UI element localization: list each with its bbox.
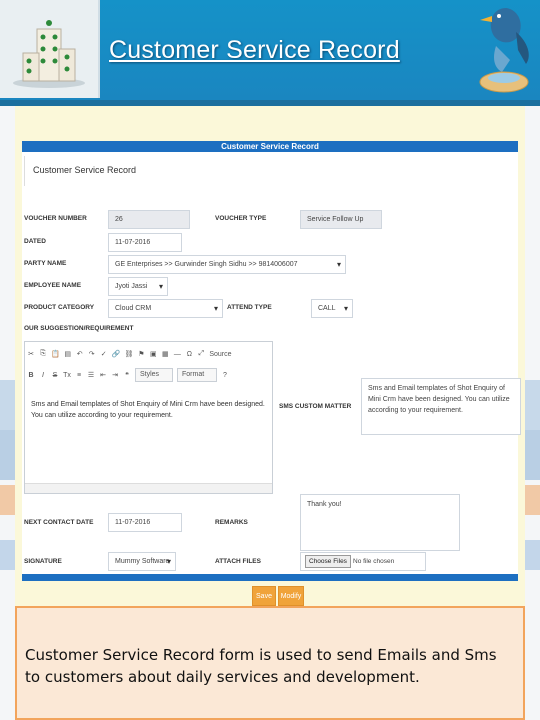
product-category-label: PRODUCT CATEGORY	[24, 304, 95, 311]
building-logo	[0, 0, 100, 98]
spellcheck-icon[interactable]: ✓	[100, 350, 108, 358]
copy-icon[interactable]: ⎘	[39, 350, 47, 358]
attend-type-label: ATTEND TYPE	[227, 304, 272, 311]
paste-text-icon[interactable]: ▤	[64, 350, 72, 358]
signature-value: Mummy Software	[115, 558, 170, 565]
editor-toolbar-row-2: B I S Tx ≡ ☰ ⇤ ⇥ ❝ Styles Format ?	[27, 366, 229, 384]
paste-icon[interactable]: 📋	[51, 350, 60, 358]
editor-toolbar-row-1: ✂ ⎘ 📋 ▤ ↶ ↷ ✓ 🔗 ⛓ ⚑ ▣ ▦ ― Ω ⤢ Source	[27, 345, 231, 363]
modify-button[interactable]: Modify	[278, 586, 304, 606]
sms-matter-label: SMS CUSTOM MATTER	[279, 403, 352, 410]
redo-icon[interactable]: ↷	[88, 350, 96, 358]
remarks-label: REMARKS	[215, 519, 248, 526]
image-icon[interactable]: ▣	[149, 350, 157, 358]
next-contact-label: NEXT CONTACT DATE	[24, 519, 94, 526]
maximize-icon[interactable]: ⤢	[197, 350, 205, 358]
voucher-type-label: VOUCHER TYPE	[215, 215, 267, 222]
undo-icon[interactable]: ↶	[76, 350, 84, 358]
special-char-icon[interactable]: Ω	[185, 351, 193, 358]
link-icon[interactable]: 🔗	[112, 350, 121, 358]
numbered-list-icon[interactable]: ≡	[75, 372, 83, 379]
employee-name-select[interactable]: Jyoti Jassi	[108, 277, 168, 296]
hr-icon[interactable]: ―	[173, 351, 181, 358]
format-dropdown[interactable]: Format	[177, 368, 217, 382]
cut-icon[interactable]: ✂	[27, 350, 35, 358]
styles-dropdown[interactable]: Styles	[135, 368, 173, 382]
anchor-icon[interactable]: ⚑	[137, 350, 145, 358]
signature-label: SIGNATURE	[24, 558, 62, 565]
unlink-icon[interactable]: ⛓	[124, 350, 133, 358]
slide-title: Customer Service Record	[109, 36, 400, 64]
source-button[interactable]: Source	[209, 351, 231, 358]
choose-files-button[interactable]: Choose Files	[305, 555, 351, 568]
suggestion-label: OUR SUGGESTION/REQUIREMENT	[24, 325, 134, 332]
remarks-textarea[interactable]: Thank you!	[300, 494, 460, 551]
party-name-select[interactable]: GE Enterprises >> Gurwinder Singh Sidhu …	[108, 255, 346, 274]
form-header: Customer Service Record	[22, 141, 518, 152]
employee-name-label: EMPLOYEE NAME	[24, 282, 82, 289]
party-name-value: GE Enterprises >> Gurwinder Singh Sidhu …	[115, 261, 298, 268]
voucher-type-field[interactable]: Service Follow Up	[300, 210, 382, 229]
blockquote-icon[interactable]: ❝	[123, 371, 131, 379]
building-icon	[13, 20, 85, 88]
editor-content[interactable]: Sms and Email templates of Shot Enquiry …	[31, 399, 269, 421]
editor-resize-bar[interactable]	[25, 483, 272, 493]
strike-icon[interactable]: S	[51, 372, 59, 379]
dated-field[interactable]: 11-07-2016	[108, 233, 182, 252]
bird-on-nest-icon	[479, 8, 529, 93]
form-footer-bar	[22, 574, 518, 581]
attach-files-field: Choose Files No file chosen	[300, 552, 426, 571]
voucher-number-label: VOUCHER NUMBER	[24, 215, 87, 222]
bold-icon[interactable]: B	[27, 372, 35, 379]
party-name-label: PARTY NAME	[24, 260, 67, 267]
no-file-text: No file chosen	[353, 558, 395, 565]
attach-files-label: ATTACH FILES	[215, 558, 261, 565]
outdent-icon[interactable]: ⇤	[99, 371, 107, 379]
dated-label: DATED	[24, 238, 46, 245]
save-button[interactable]: Save	[252, 586, 276, 606]
signature-select[interactable]: Mummy Software	[108, 552, 176, 571]
voucher-number-field[interactable]: 26	[108, 210, 190, 229]
remove-format-icon[interactable]: Tx	[63, 372, 71, 379]
italic-icon[interactable]: I	[39, 372, 47, 379]
product-category-value: Cloud CRM	[115, 305, 152, 312]
product-category-select[interactable]: Cloud CRM	[108, 299, 223, 318]
form-screenshot-panel: Customer Service Record Customer Service…	[15, 106, 525, 610]
indent-icon[interactable]: ⇥	[111, 371, 119, 379]
caption-text: Customer Service Record form is used to …	[25, 646, 497, 686]
rich-text-editor[interactable]: ✂ ⎘ 📋 ▤ ↶ ↷ ✓ 🔗 ⛓ ⚑ ▣ ▦ ― Ω ⤢ Source B I	[24, 341, 273, 494]
help-icon[interactable]: ?	[221, 372, 229, 379]
caption-box: Customer Service Record form is used to …	[15, 606, 525, 720]
table-icon[interactable]: ▦	[161, 350, 169, 358]
next-contact-field[interactable]: 11-07-2016	[108, 513, 182, 532]
sms-matter-textarea[interactable]: Sms and Email templates of Shot Enquiry …	[361, 378, 521, 435]
employee-name-value: Jyoti Jassi	[115, 283, 148, 290]
bullet-list-icon[interactable]: ☰	[87, 371, 95, 379]
customer-service-form: Customer Service Record Customer Service…	[22, 141, 521, 581]
form-subtitle: Customer Service Record	[24, 156, 516, 186]
attend-type-value: CALL	[318, 305, 336, 312]
attend-type-select[interactable]: CALL	[311, 299, 353, 318]
